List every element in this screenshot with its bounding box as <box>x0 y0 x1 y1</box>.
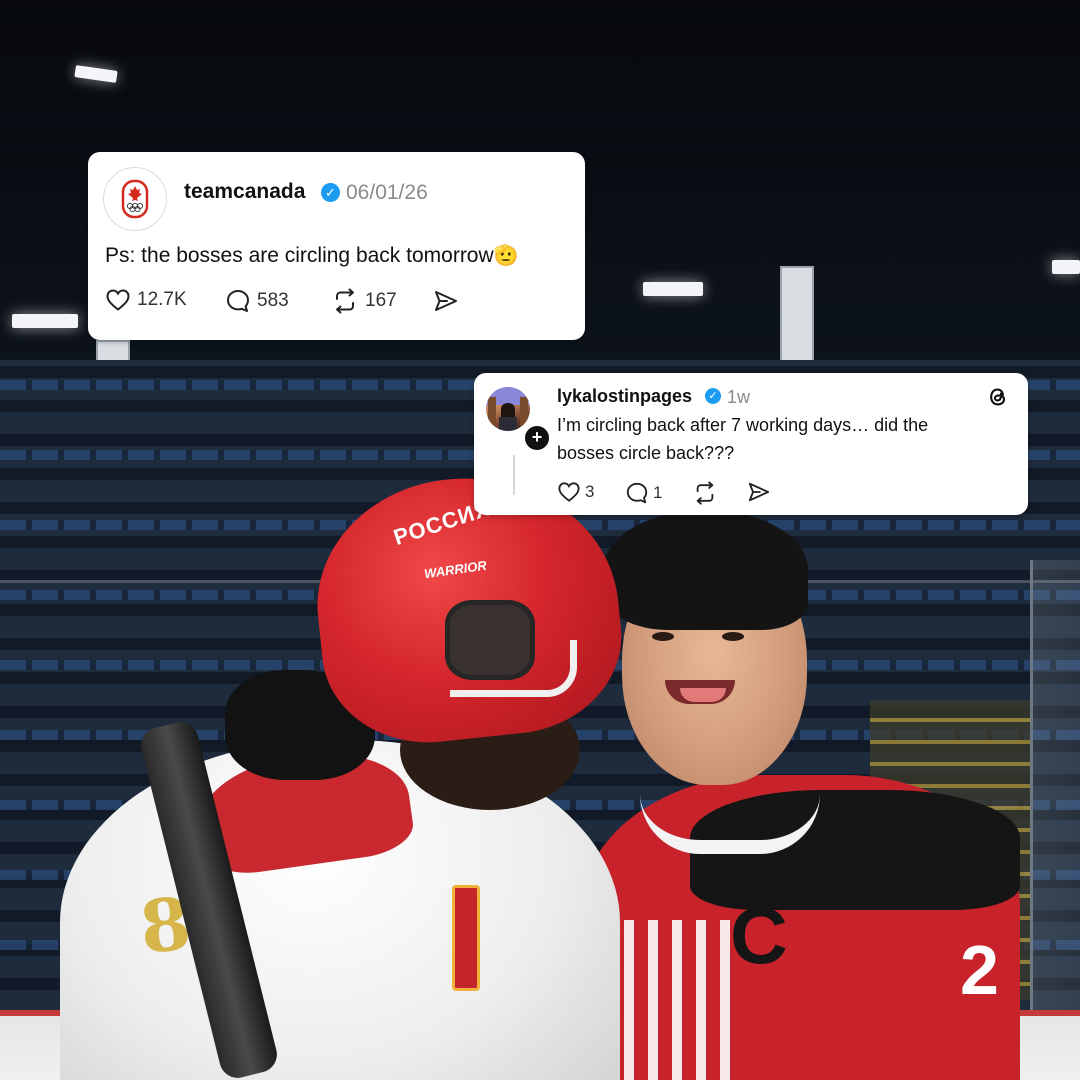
like-button[interactable]: 12.7K <box>105 288 187 312</box>
avatar-photo-icon <box>486 387 530 431</box>
heart-icon <box>106 289 130 311</box>
ceiling-light <box>643 282 703 296</box>
jersey-number-right: 2 <box>960 931 999 1009</box>
eye <box>722 632 744 641</box>
comment-button[interactable]: 583 <box>225 288 289 314</box>
canada-olympic-logo-icon <box>121 179 149 219</box>
helmet-chinstrap <box>450 640 577 697</box>
player-right-hair <box>603 510 808 630</box>
reply-text-line-2: bosses circle back??? <box>557 443 735 463</box>
rink-glass <box>1030 560 1080 1080</box>
heart-icon <box>558 482 580 502</box>
post-text: Ps: the bosses are circling back tomorro… <box>105 243 519 268</box>
comment-count: 583 <box>257 290 289 311</box>
ceiling-light <box>1052 260 1080 274</box>
share-button[interactable] <box>747 481 771 503</box>
like-count: 3 <box>585 482 595 501</box>
thread-connector-line <box>513 455 515 495</box>
threads-logo-icon[interactable] <box>986 385 1010 409</box>
comment-bubble-icon <box>227 290 249 312</box>
canada-olympic-logo-avatar[interactable] <box>103 167 167 231</box>
reply-timestamp: 1w <box>727 387 751 407</box>
verified-badge-icon: ✓ <box>321 183 340 202</box>
jersey-badge <box>452 885 480 991</box>
share-send-icon <box>435 291 457 311</box>
like-count: 12.7K <box>137 289 187 310</box>
comment-button[interactable]: 1 <box>625 481 662 505</box>
ceiling-light <box>12 314 78 328</box>
main-post-card[interactable]: teamcanada ✓ 06/01/26 Ps: the bosses are… <box>88 152 585 340</box>
post-text-body: Ps: the bosses are circling back tomorro… <box>105 244 494 267</box>
repost-button[interactable] <box>692 481 718 505</box>
verified-badge-icon: ✓ <box>705 388 721 404</box>
captain-letter: C <box>730 891 788 980</box>
share-send-icon <box>748 482 770 502</box>
saluting-face-emoji: 🫡 <box>493 245 519 267</box>
reply-post-card[interactable]: + lykalostinpages ✓ 1w I’m circling back… <box>474 373 1028 515</box>
tongue <box>680 688 726 702</box>
like-button[interactable]: 3 <box>557 481 594 503</box>
repost-arrows-icon <box>336 288 354 314</box>
reply-text-line-1: I’m circling back after 7 working days… … <box>557 415 929 435</box>
post-timestamp: 06/01/26 <box>346 181 428 204</box>
repost-count: 167 <box>365 290 397 311</box>
repost-button[interactable]: 167 <box>331 288 397 314</box>
comment-bubble-icon <box>626 482 648 504</box>
comment-count: 1 <box>653 483 663 502</box>
arena-banner <box>780 266 814 370</box>
repost-arrows-icon <box>696 481 714 505</box>
follow-plus-button[interactable]: + <box>523 424 551 452</box>
user-avatar[interactable] <box>486 387 530 431</box>
photo-background: C 2 81 РОССИЯ WARRIOR teamcanada ✓ 06 <box>0 0 1080 1080</box>
reply-username[interactable]: lykalostinpages <box>557 386 692 407</box>
post-username[interactable]: teamcanada <box>184 180 305 204</box>
share-button[interactable] <box>433 289 459 313</box>
eye <box>652 632 674 641</box>
